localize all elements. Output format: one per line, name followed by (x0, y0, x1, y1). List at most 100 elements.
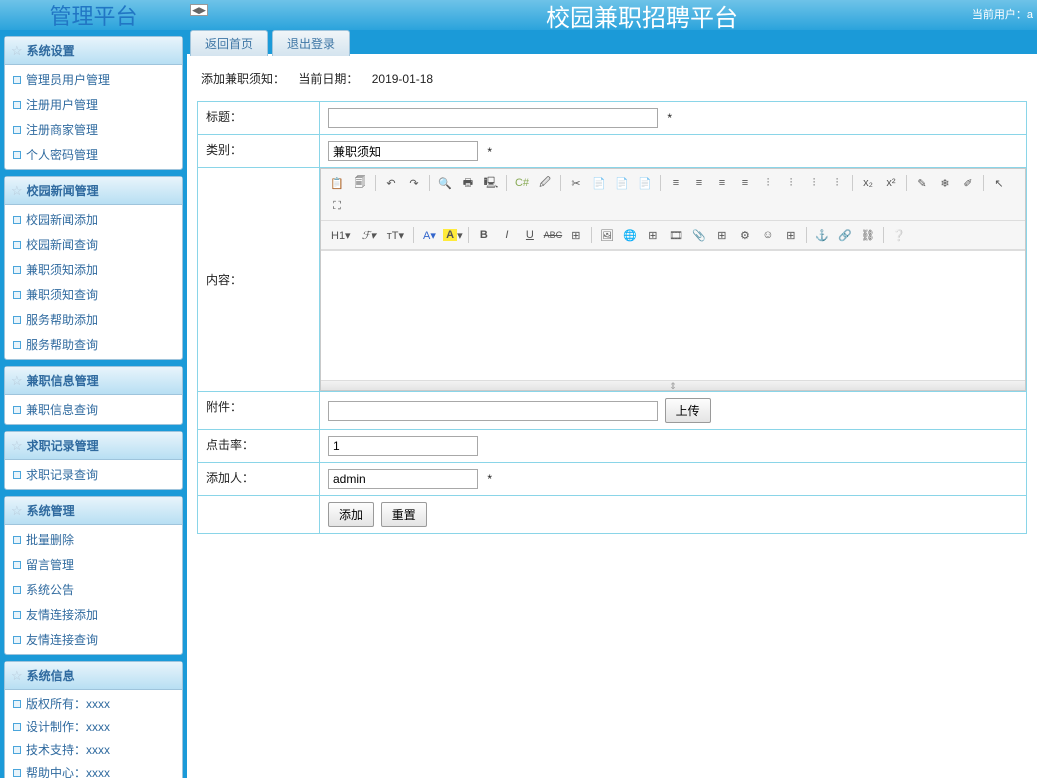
insert-hr-icon[interactable]: ⊞ (712, 225, 732, 245)
sidebar-item-notice-query[interactable]: 兼职须知查询 (5, 282, 182, 307)
preview-icon[interactable]: 🔍 (435, 173, 455, 193)
bullet-icon (13, 266, 21, 274)
indent-icon[interactable]: ⫶ (804, 173, 824, 193)
heading-dropdown[interactable]: H1▾ (327, 225, 355, 245)
link-icon[interactable]: 🔗 (835, 225, 855, 245)
sidebar-item-news-query[interactable]: 校园新闻查询 (5, 232, 182, 257)
source-icon[interactable]: 📋 (327, 173, 347, 193)
category-input[interactable] (328, 141, 478, 161)
outdent-icon[interactable]: ⫶ (827, 173, 847, 193)
editor-resize-handle[interactable]: ⇕ (321, 380, 1025, 390)
print-icon[interactable]: 🖶 (458, 173, 478, 193)
italic-icon[interactable]: I (497, 225, 517, 245)
format-painter-icon[interactable]: ✐ (958, 173, 978, 193)
align-left-icon[interactable]: ≡ (666, 173, 686, 193)
content-label: 内容： (198, 168, 320, 392)
paste-icon[interactable]: 📄 (612, 173, 632, 193)
paste-text-icon[interactable]: 📄 (635, 173, 655, 193)
insert-table-icon[interactable]: ⊞ (643, 225, 663, 245)
sidebar-item-register-merchant[interactable]: 注册商家管理 (5, 117, 182, 142)
sidebar-item-link-add[interactable]: 友情连接添加 (5, 602, 182, 627)
font-size-dropdown[interactable]: тT▾ (383, 225, 408, 245)
sidebar-item-apply-query[interactable]: 求职记录查询 (5, 462, 182, 487)
align-justify-icon[interactable]: ≡ (735, 173, 755, 193)
align-right-icon[interactable]: ≡ (712, 173, 732, 193)
sidebar-item-help-query[interactable]: 服务帮助查询 (5, 332, 182, 357)
upload-button[interactable]: 上传 (665, 398, 711, 423)
fullscreen-icon[interactable]: ⛶ (327, 196, 347, 216)
clear-icon[interactable]: ❄ (935, 173, 955, 193)
info-support: 技术支持：xxxx (5, 738, 182, 761)
draft-icon[interactable]: 🖉 (535, 173, 555, 193)
bullet-icon (13, 746, 21, 754)
media-icon[interactable]: 🎞 (666, 225, 686, 245)
sidebar-item-message[interactable]: 留言管理 (5, 552, 182, 577)
sidebar-item-job-query[interactable]: 兼职信息查询 (5, 397, 182, 422)
reset-button[interactable]: 重置 (381, 502, 427, 527)
underline-icon[interactable]: U (520, 225, 540, 245)
sidebar-item-register-user[interactable]: 注册用户管理 (5, 92, 182, 117)
redo-icon[interactable]: ↷ (404, 173, 424, 193)
editor-content-area[interactable] (321, 250, 1025, 380)
copy-icon[interactable]: 📄 (589, 173, 609, 193)
sidebar-item-help-add[interactable]: 服务帮助添加 (5, 307, 182, 332)
attach-label: 附件： (198, 392, 320, 430)
template-icon[interactable]: 🗐 (350, 173, 370, 193)
sidebar-item-password[interactable]: 个人密码管理 (5, 142, 182, 167)
sidebar-item-batch-delete[interactable]: 批量删除 (5, 527, 182, 552)
bullet-icon (13, 101, 21, 109)
select-icon[interactable]: ↖ (989, 173, 1009, 193)
font-family-dropdown[interactable]: ℱ▾ (358, 225, 380, 245)
subscript-icon[interactable]: x₂ (858, 173, 878, 193)
rich-text-editor: 📋 🗐 ↶ ↷ 🔍 🖶 🖳 C# 🖉 (320, 168, 1026, 391)
pen-icon[interactable]: ✎ (912, 173, 932, 193)
cut-icon[interactable]: ✂ (566, 173, 586, 193)
bg-color-dropdown[interactable]: A▾ (443, 225, 463, 245)
sidebar-toggle-icon[interactable]: ◀▶ (190, 4, 208, 16)
bullet-icon (13, 216, 21, 224)
editor-toolbar-row2: H1▾ ℱ▾ тT▾ A▾ A▾ B I U ABC ⊞ (321, 221, 1025, 250)
submit-button[interactable]: 添加 (328, 502, 374, 527)
attach-icon[interactable]: 📎 (689, 225, 709, 245)
hits-label: 点击率： (198, 430, 320, 463)
emoji-icon[interactable]: ☺ (758, 225, 778, 245)
newpage-icon[interactable]: 🖳 (481, 173, 501, 193)
sidebar-item-link-query[interactable]: 友情连接查询 (5, 627, 182, 652)
tab-logout[interactable]: 退出登录 (272, 30, 350, 56)
sidebar-item-notice-add[interactable]: 兼职须知添加 (5, 257, 182, 282)
image-icon[interactable]: 🖼 (597, 225, 617, 245)
adder-input[interactable] (328, 469, 478, 489)
hits-input[interactable] (328, 436, 478, 456)
gear-icon[interactable]: ⚙ (735, 225, 755, 245)
text-color-dropdown[interactable]: A▾ (419, 225, 440, 245)
superscript-icon[interactable]: x² (881, 173, 901, 193)
anchor-icon[interactable]: ⚓ (812, 225, 832, 245)
bold-icon[interactable]: B (474, 225, 494, 245)
sidebar-item-announce[interactable]: 系统公告 (5, 577, 182, 602)
title-label: 标题： (198, 102, 320, 135)
editor-toolbar-row1: 📋 🗐 ↶ ↷ 🔍 🖶 🖳 C# 🖉 (321, 169, 1025, 221)
list-ul-icon[interactable]: ⫶ (758, 173, 778, 193)
bullet-icon (13, 151, 21, 159)
align-center-icon[interactable]: ≡ (689, 173, 709, 193)
attach-input[interactable] (328, 401, 658, 421)
undo-icon[interactable]: ↶ (381, 173, 401, 193)
strike-icon[interactable]: ABC (543, 225, 563, 245)
sidebar-item-news-add[interactable]: 校园新闻添加 (5, 207, 182, 232)
sidebar: ☆系统设置 管理员用户管理 注册用户管理 注册商家管理 个人密码管理 ☆校园新闻… (0, 30, 187, 778)
panel-news: ☆校园新闻管理 校园新闻添加 校园新闻查询 兼职须知添加 兼职须知查询 服务帮助… (4, 176, 183, 360)
info-design: 设计制作：xxxx (5, 715, 182, 738)
bullet-icon (13, 636, 21, 644)
help-icon[interactable]: ❔ (889, 225, 909, 245)
special-char-icon[interactable]: ⊞ (781, 225, 801, 245)
tab-home[interactable]: 返回首页 (190, 30, 268, 56)
table-icon[interactable]: ⊞ (566, 225, 586, 245)
info-copyright: 版权所有：xxxx (5, 692, 182, 715)
code-icon[interactable]: C# (512, 173, 532, 193)
bullet-icon (13, 769, 21, 777)
list-ol-icon[interactable]: ⫶ (781, 173, 801, 193)
title-input[interactable] (328, 108, 658, 128)
unlink-icon[interactable]: ⛓ (858, 225, 878, 245)
map-icon[interactable]: 🌐 (620, 225, 640, 245)
sidebar-item-admin-user[interactable]: 管理员用户管理 (5, 67, 182, 92)
